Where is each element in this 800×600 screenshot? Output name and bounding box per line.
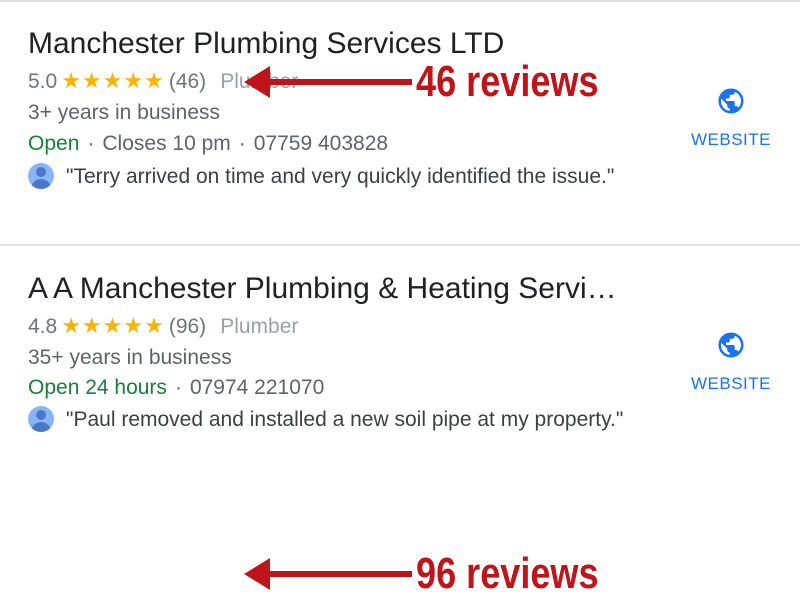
rating-value: 5.0 — [28, 70, 58, 93]
business-listing-1[interactable]: Manchester Plumbing Services LTD 5.0 ★★★★… — [0, 0, 800, 240]
separator: · — [174, 376, 182, 399]
globe-icon — [718, 88, 744, 114]
annotation-label: 96 reviews — [416, 549, 599, 598]
website-button[interactable]: WEBSITE — [676, 330, 786, 394]
rating-value: 4.8 — [28, 315, 58, 338]
website-label: WEBSITE — [690, 130, 771, 149]
website-button[interactable]: WEBSITE — [676, 86, 786, 150]
hours-row: Open · Closes 10 pm · 07759 403828 — [28, 131, 388, 157]
rating-row: 4.8 ★★★★★ (96) Plumber — [28, 313, 298, 340]
open-status: Open 24 hours — [28, 376, 167, 399]
website-label: WEBSITE — [690, 374, 771, 393]
open-status: Open — [28, 132, 80, 155]
phone-number[interactable]: 07759 403828 — [254, 132, 388, 155]
star-rating-icon: ★★★★★ — [61, 313, 165, 338]
hours-row: Open 24 hours · 07974 221070 — [28, 375, 324, 401]
annotation-label: 46 reviews — [416, 57, 599, 106]
review-annotation: 96 reviews — [244, 548, 634, 600]
business-listing-2[interactable]: A A Manchester Plumbing & Heating Servi…… — [0, 246, 800, 598]
years-in-business: 35+ years in business — [28, 346, 232, 369]
separator: · — [238, 132, 246, 155]
review-count[interactable]: (96) — [169, 315, 206, 338]
business-name[interactable]: A A Manchester Plumbing & Heating Servi… — [28, 271, 617, 307]
phone-number[interactable]: 07974 221070 — [190, 376, 324, 399]
arrow-left-icon — [244, 558, 412, 590]
avatar-icon — [28, 163, 54, 189]
review-text: "Terry arrived on time and very quickly … — [66, 165, 615, 188]
star-rating-icon: ★★★★★ — [61, 68, 165, 93]
globe-icon — [718, 332, 744, 358]
hours-detail: Closes 10 pm — [102, 132, 231, 155]
separator: · — [87, 132, 95, 155]
business-category: Plumber — [220, 315, 299, 338]
years-in-business: 3+ years in business — [28, 101, 221, 124]
review-annotation: 46 reviews — [244, 56, 634, 108]
arrow-left-icon — [244, 66, 412, 98]
avatar-icon — [28, 406, 54, 432]
review-text: "Paul removed and installed a new soil p… — [66, 408, 624, 431]
review-count[interactable]: (46) — [169, 70, 206, 93]
